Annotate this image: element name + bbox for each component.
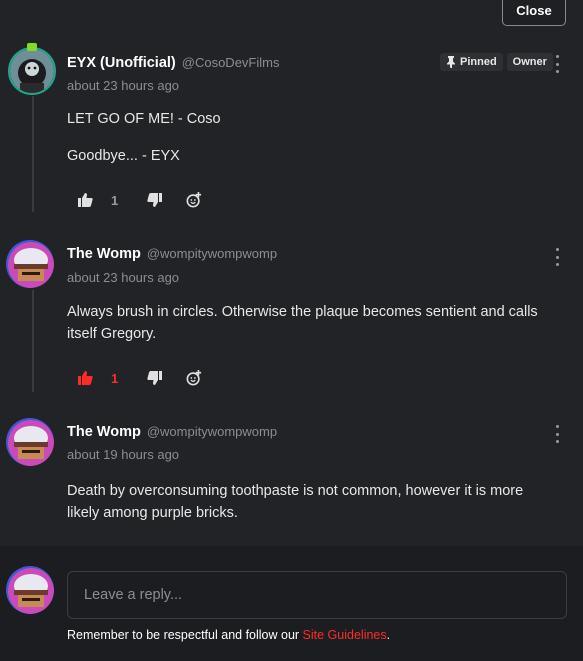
thread-line	[32, 290, 34, 392]
comment-line: Death by overconsuming toothpaste is not…	[67, 483, 524, 521]
like-count: 1	[111, 370, 119, 386]
reply-input[interactable]: Leave a reply...	[67, 571, 567, 619]
more-options-icon[interactable]	[550, 248, 564, 266]
timestamp: about 19 hours ago	[67, 447, 180, 462]
like-icon[interactable]	[77, 370, 93, 386]
author-name[interactable]: The Womp	[67, 424, 141, 440]
current-user-avatar	[6, 566, 54, 614]
avatar[interactable]	[6, 240, 54, 288]
more-options-icon[interactable]	[550, 425, 564, 443]
author-handle: @wompitywompwomp	[146, 246, 278, 261]
more-options-icon[interactable]	[550, 55, 564, 73]
comment-body: LET GO OF ME! - Coso Goodbye... - EYX	[67, 108, 557, 167]
pinned-badge: Pinned	[440, 53, 503, 71]
avatar[interactable]	[8, 47, 56, 95]
comment-line: LET GO OF ME! - Coso	[67, 111, 221, 127]
guidelines-period: .	[386, 628, 391, 642]
pinned-label: Pinned	[460, 56, 497, 68]
comment-actions: 1	[77, 370, 202, 386]
guidelines-text: Remember to be respectful and follow our	[67, 628, 300, 642]
author-name[interactable]: The Womp	[67, 246, 141, 262]
timestamp: about 23 hours ago	[67, 78, 180, 93]
timestamp: about 23 hours ago	[67, 270, 180, 285]
like-count: 1	[111, 192, 119, 208]
dislike-icon[interactable]	[146, 370, 162, 386]
author-handle: @CosoDevFilms	[181, 55, 280, 70]
comment-line: Goodbye... - EYX	[67, 148, 180, 164]
comment-header: The Womp @wompitywompwomp	[67, 424, 277, 440]
avatar[interactable]	[6, 418, 54, 466]
owner-badge: Owner	[506, 53, 553, 71]
comment-line: Always brush in circles. Otherwise the p…	[67, 304, 538, 342]
comment-header: EYX (Unofficial) @CosoDevFilms	[67, 55, 279, 71]
add-reaction-icon[interactable]	[186, 370, 202, 386]
comment-actions: 1	[77, 192, 202, 208]
guidelines-note: Remember to be respectful and follow our…	[67, 628, 390, 642]
author-handle: @wompitywompwomp	[146, 424, 278, 439]
level-icon	[27, 43, 37, 51]
comment-body: Death by overconsuming toothpaste is not…	[67, 480, 557, 524]
thread-line	[32, 96, 34, 212]
pin-icon	[447, 56, 455, 68]
close-button[interactable]: Close	[502, 0, 566, 26]
add-reaction-icon[interactable]	[186, 192, 202, 208]
dislike-icon[interactable]	[146, 192, 162, 208]
author-name[interactable]: EYX (Unofficial)	[67, 55, 176, 71]
comment-header: The Womp @wompitywompwomp	[67, 246, 277, 262]
site-guidelines-link[interactable]: Site Guidelines	[303, 628, 387, 642]
badges: Pinned Owner	[440, 53, 553, 71]
like-icon[interactable]	[77, 192, 93, 208]
comment-body: Always brush in circles. Otherwise the p…	[67, 301, 557, 345]
